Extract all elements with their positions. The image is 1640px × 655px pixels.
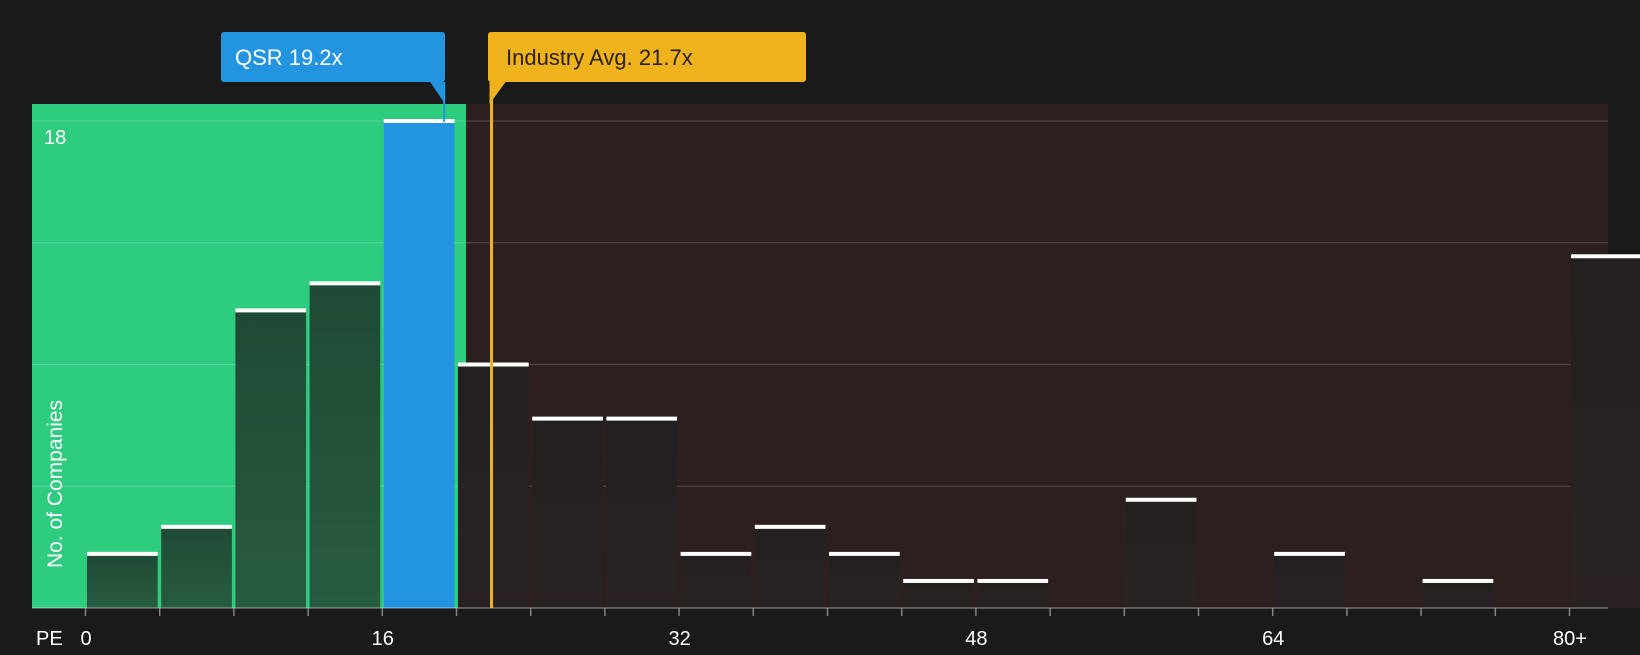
histogram-bar-16	[1274, 553, 1345, 608]
x-axis-label: PE	[36, 628, 63, 650]
histogram-bar-cap-10	[829, 551, 900, 556]
histogram-bar-3	[309, 283, 381, 608]
histogram-bar-4	[383, 121, 455, 608]
histogram-bar-cap-8	[680, 551, 752, 556]
histogram-bar-20	[1571, 256, 1640, 608]
histogram-bar-cap-6	[532, 416, 603, 421]
histogram-bar-10	[829, 553, 900, 608]
histogram-bar-0	[87, 553, 158, 608]
histogram-bar-cap-11	[903, 578, 974, 583]
pe-distribution-chart: QSR 19.2x Industry Avg. 21.7x 0 16 32 48 64 80…	[0, 0, 1640, 650]
x-tick-label: 0	[80, 628, 91, 650]
histogram-bar-cap-9	[754, 524, 826, 529]
y-tick-label: 18	[44, 127, 66, 149]
histogram-bar-cap-7	[606, 416, 678, 421]
histogram-bar-cap-0	[87, 551, 158, 556]
histogram-bar-14	[1125, 499, 1197, 608]
histogram-bar-1	[161, 526, 232, 608]
x-tick-label: 80+	[1553, 628, 1587, 650]
company-label-pointer	[430, 82, 446, 104]
histogram-bar-12	[977, 580, 1049, 608]
histogram-bar-18	[1422, 580, 1494, 608]
x-tick-label: 64	[1262, 628, 1284, 650]
histogram-bar-9	[754, 526, 826, 608]
x-tick-label: 16	[372, 628, 394, 650]
histogram-bar-cap-14	[1125, 497, 1197, 502]
x-tick-label: 32	[668, 628, 690, 650]
histogram-bar-cap-3	[309, 281, 381, 286]
industry-label-text: Industry Avg. 21.7x	[506, 45, 693, 70]
histogram-bar-cap-16	[1274, 551, 1345, 556]
chart-svg: QSR 19.2x Industry Avg. 21.7x 0 16 32 48 64 80…	[32, 32, 1640, 650]
x-tick-label: 48	[965, 628, 987, 650]
histogram-bar-2	[235, 310, 307, 608]
histogram-bar-cap-5	[458, 362, 529, 367]
company-label-text: QSR 19.2x	[235, 45, 343, 70]
histogram-bar-cap-20	[1571, 254, 1640, 259]
histogram-bar-cap-12	[977, 578, 1049, 583]
histogram-bar-6	[532, 418, 603, 608]
y-axis-label: No. of Companies	[44, 400, 67, 568]
histogram-bar-8	[680, 553, 752, 608]
histogram-bar-7	[606, 418, 678, 608]
histogram-bar-11	[903, 580, 974, 608]
histogram-bar-cap-2	[235, 308, 307, 313]
histogram-bar-cap-1	[161, 524, 232, 529]
histogram-bar-cap-18	[1422, 578, 1494, 583]
histogram-bar-5	[458, 364, 529, 608]
